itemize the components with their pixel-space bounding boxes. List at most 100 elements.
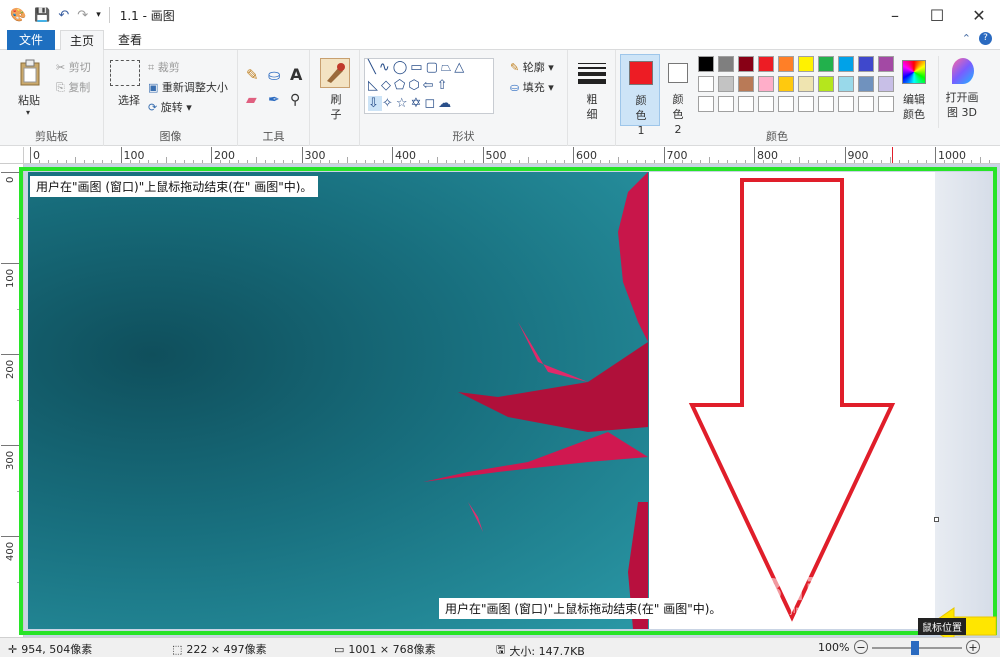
paste-icon[interactable] xyxy=(16,58,44,88)
tab-file[interactable]: 文件 xyxy=(7,30,55,50)
ruler-tick-label: 400 xyxy=(395,149,416,162)
shape-rectangle-icon[interactable]: ▭ xyxy=(410,60,425,75)
zoom-slider-thumb[interactable] xyxy=(911,641,919,655)
collapse-ribbon-icon[interactable]: ⌃ xyxy=(962,32,971,45)
resize-button[interactable]: ▣ 重新调整大小 xyxy=(148,79,228,95)
minimize-button[interactable]: – xyxy=(874,0,916,30)
ruler-minor-tick xyxy=(274,160,276,163)
magnifier-icon[interactable]: ⚲ xyxy=(290,92,300,108)
cut-button[interactable]: ✂ 剪切 xyxy=(56,59,91,75)
rotate-button[interactable]: ⟳ 旋转 ▾ xyxy=(148,99,192,115)
pencil-icon[interactable]: ✎ xyxy=(246,66,259,84)
palette-swatch[interactable] xyxy=(858,56,874,72)
save-icon[interactable]: 💾 xyxy=(34,9,50,22)
shape-curve-icon[interactable]: ∿ xyxy=(379,60,393,75)
customize-dropdown-icon[interactable]: ▾ xyxy=(96,9,101,22)
select-icon[interactable] xyxy=(110,60,140,86)
palette-swatch[interactable] xyxy=(878,96,894,112)
outline-button[interactable]: ✎ 轮廓 ▾ xyxy=(510,59,554,75)
shapes-gallery[interactable]: ╲∿◯▭▢⏢△ ◺◇⬠⬡⇦⇧ ⇩✧☆✡◻☁ xyxy=(364,58,494,114)
palette-swatch[interactable] xyxy=(818,96,834,112)
shape-line-icon[interactable]: ╲ xyxy=(368,60,379,75)
palette-swatch[interactable] xyxy=(718,76,734,92)
shape-callout-icon[interactable]: ◻ xyxy=(424,96,438,111)
fill-bucket-icon[interactable]: ⛀ xyxy=(268,66,281,84)
palette-swatch[interactable] xyxy=(838,96,854,112)
palette-swatch[interactable] xyxy=(778,96,794,112)
shape-oval-icon[interactable]: ◯ xyxy=(393,60,411,75)
palette-swatch[interactable] xyxy=(838,56,854,72)
paste-dropdown-icon[interactable]: ▾ xyxy=(26,108,30,117)
shape-diamond-icon[interactable]: ◇ xyxy=(381,78,394,93)
close-button[interactable]: ✕ xyxy=(958,0,1000,30)
ruler-minor-tick xyxy=(907,160,909,163)
palette-swatch[interactable] xyxy=(698,76,714,92)
palette-swatch[interactable] xyxy=(798,56,814,72)
image-size-value: 1001 × 768像素 xyxy=(348,643,436,656)
palette-swatch[interactable] xyxy=(758,76,774,92)
canvas-white-region[interactable] xyxy=(649,172,935,629)
select-button[interactable]: 选择 xyxy=(118,92,140,108)
eraser-icon[interactable]: ▰ xyxy=(246,92,257,108)
tab-view[interactable]: 查看 xyxy=(108,30,152,50)
palette-swatch[interactable] xyxy=(858,76,874,92)
fill-label: 填充 xyxy=(522,81,545,94)
palette-swatch[interactable] xyxy=(758,96,774,112)
palette-swatch[interactable] xyxy=(778,56,794,72)
color-picker-icon[interactable]: ✒ xyxy=(268,92,280,108)
canvas-resize-handle[interactable] xyxy=(934,517,939,522)
palette-swatch[interactable] xyxy=(718,96,734,112)
palette-swatch[interactable] xyxy=(878,56,894,72)
palette-swatch[interactable] xyxy=(858,96,874,112)
tab-home[interactable]: 主页 xyxy=(60,30,104,51)
open-paint3d-button[interactable]: 打开画图 3D xyxy=(944,56,980,128)
palette-swatch[interactable] xyxy=(798,76,814,92)
canvas-photo-region[interactable] xyxy=(28,172,649,629)
shape-triangle-icon[interactable]: △ xyxy=(454,60,467,75)
palette-swatch[interactable] xyxy=(738,56,754,72)
palette-swatch[interactable] xyxy=(778,76,794,92)
shape-right-triangle-icon[interactable]: ◺ xyxy=(368,78,381,93)
shape-left-arrow-icon[interactable]: ⇦ xyxy=(423,78,437,93)
shape-star5-icon[interactable]: ☆ xyxy=(396,96,411,111)
palette-swatch[interactable] xyxy=(798,96,814,112)
text-tool-icon[interactable]: A xyxy=(290,65,302,84)
palette-swatch[interactable] xyxy=(818,76,834,92)
shape-pentagon-icon[interactable]: ⬠ xyxy=(394,78,408,93)
fill-button[interactable]: ⛀ 填充 ▾ xyxy=(510,79,554,95)
color2-button[interactable]: 颜色 2 xyxy=(664,54,692,136)
shape-star6-icon[interactable]: ✡ xyxy=(410,96,424,111)
zoom-out-button[interactable]: − xyxy=(854,640,868,654)
maximize-button[interactable]: ☐ xyxy=(916,0,958,30)
palette-swatch[interactable] xyxy=(738,96,754,112)
palette-swatch[interactable] xyxy=(838,76,854,92)
crop-button[interactable]: ⌗ 裁剪 xyxy=(148,59,180,75)
brushes-group[interactable]: 刷子 xyxy=(310,50,360,146)
shape-polygon-icon[interactable]: ⏢ xyxy=(441,60,454,75)
shape-star4-icon[interactable]: ✧ xyxy=(382,96,396,111)
undo-icon[interactable]: ↶ xyxy=(58,9,69,22)
palette-swatch[interactable] xyxy=(698,96,714,112)
size-group[interactable]: 粗细 xyxy=(568,50,616,146)
redo-icon[interactable]: ↷ xyxy=(77,9,88,22)
shape-rounded-rect-icon[interactable]: ▢ xyxy=(426,60,441,75)
copy-button[interactable]: ⎘ 复制 xyxy=(56,79,90,95)
ruler-minor-tick xyxy=(853,160,855,163)
palette-swatch[interactable] xyxy=(718,56,734,72)
shape-hexagon-icon[interactable]: ⬡ xyxy=(408,78,422,93)
palette-swatch[interactable] xyxy=(878,76,894,92)
shape-down-arrow-icon[interactable]: ⇩ xyxy=(368,96,382,111)
paste-button[interactable]: 粘贴 xyxy=(18,92,40,108)
zoom-in-button[interactable]: + xyxy=(966,640,980,654)
help-icon[interactable]: ? xyxy=(979,32,992,45)
shape-cloud-icon[interactable]: ☁ xyxy=(438,96,454,111)
edit-colors-button[interactable]: 编辑颜色 xyxy=(900,58,928,126)
shape-up-arrow-icon[interactable]: ⇧ xyxy=(437,78,451,93)
palette-swatch[interactable] xyxy=(818,56,834,72)
ruler-minor-tick xyxy=(609,160,611,163)
palette-swatch[interactable] xyxy=(738,76,754,92)
ruler-minor-tick xyxy=(165,157,167,163)
color1-button[interactable]: 颜色 1 xyxy=(620,54,660,137)
palette-swatch[interactable] xyxy=(698,56,714,72)
palette-swatch[interactable] xyxy=(758,56,774,72)
